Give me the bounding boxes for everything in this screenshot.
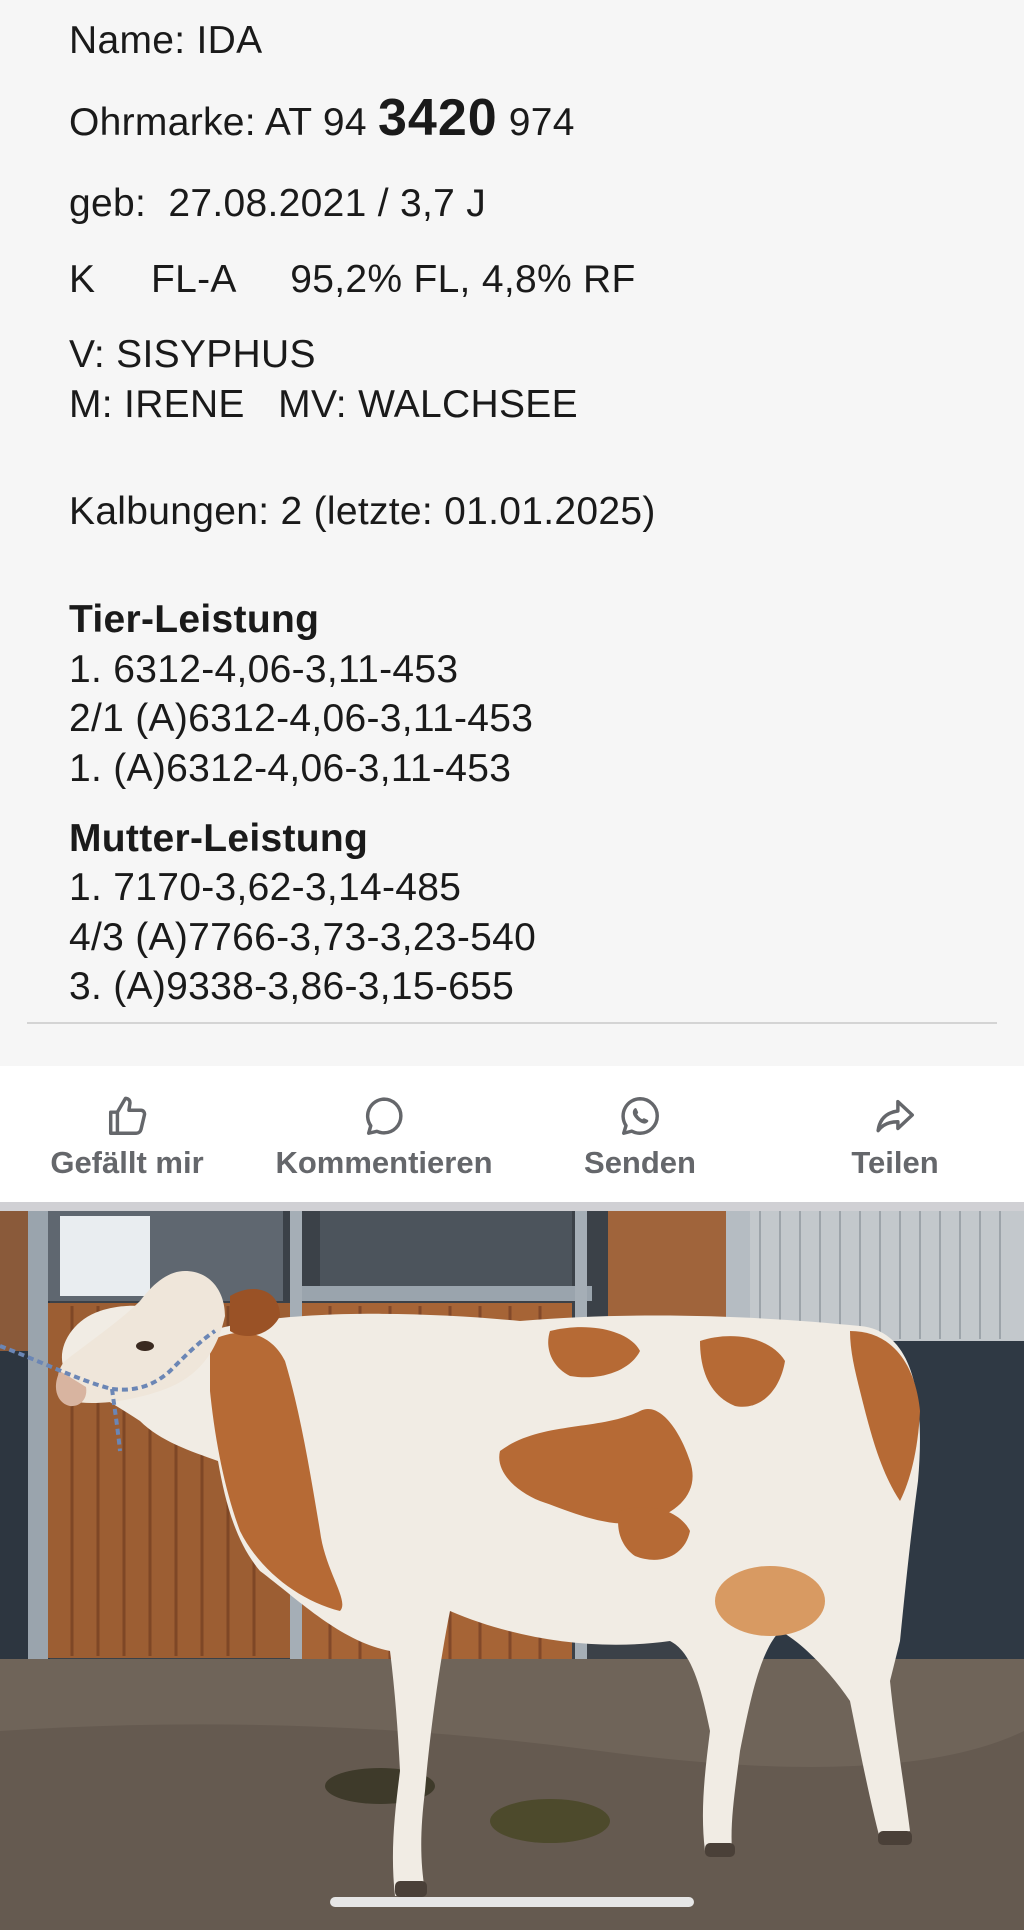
dam-performance-line: 4/3 (A)7766-3,73-3,23-540	[69, 916, 537, 959]
birth-line: geb: 27.08.2021 / 3,7 J	[69, 182, 487, 225]
dam-line: M: IRENE MV: WALCHSEE	[69, 383, 578, 426]
dam-performance-line: 1. 7170-3,62-3,14-485	[69, 866, 462, 909]
comment-button[interactable]: Kommentieren	[258, 1066, 510, 1202]
dam-performance-heading: Mutter-Leistung	[69, 817, 369, 860]
like-button[interactable]: Gefällt mir	[28, 1066, 226, 1202]
share-icon	[876, 1099, 914, 1133]
share-button[interactable]: Teilen	[820, 1066, 970, 1202]
animal-performance-line: 1. 6312-4,06-3,11-453	[69, 648, 459, 691]
thumbs-up-icon	[108, 1096, 147, 1135]
ear-tag-suffix: 974	[497, 101, 575, 144]
ear-tag-line: Ohrmarke: AT 94 3420 974	[69, 92, 575, 147]
animal-performance-heading: Tier-Leistung	[69, 598, 320, 641]
post-photo[interactable]	[0, 1211, 1024, 1930]
post-text: Name: IDA Ohrmarke: AT 94 3420 974 geb: …	[0, 0, 1024, 1066]
divider	[27, 1022, 997, 1024]
whatsapp-icon	[621, 1097, 659, 1135]
like-label: Gefällt mir	[50, 1145, 204, 1180]
breed-line: K FL-A 95,2% FL, 4,8% RF	[69, 258, 636, 301]
animal-performance-line: 2/1 (A)6312-4,06-3,11-453	[69, 697, 534, 740]
calvings-line: Kalbungen: 2 (letzte: 01.01.2025)	[69, 490, 656, 533]
post-action-bar: Gefällt mir Kommentieren Senden Teilen	[0, 1066, 1024, 1202]
sire-line: V: SISYPHUS	[69, 333, 316, 376]
ear-tag-bold: 3420	[377, 89, 498, 147]
share-label: Teilen	[851, 1145, 939, 1180]
name-line: Name: IDA	[69, 19, 263, 62]
comment-label: Kommentieren	[275, 1145, 493, 1180]
comment-icon	[365, 1097, 403, 1135]
send-label: Senden	[584, 1145, 696, 1180]
dam-performance-line: 3. (A)9338-3,86-3,15-655	[69, 965, 515, 1008]
separator-bar	[0, 1202, 1024, 1211]
send-button[interactable]: Senden	[560, 1066, 720, 1202]
cow-photo-illustration	[0, 1211, 1024, 1930]
animal-performance-line: 1. (A)6312-4,06-3,11-453	[69, 747, 512, 790]
home-indicator[interactable]	[330, 1897, 694, 1907]
ear-tag-prefix: Ohrmarke: AT 94	[69, 101, 378, 144]
